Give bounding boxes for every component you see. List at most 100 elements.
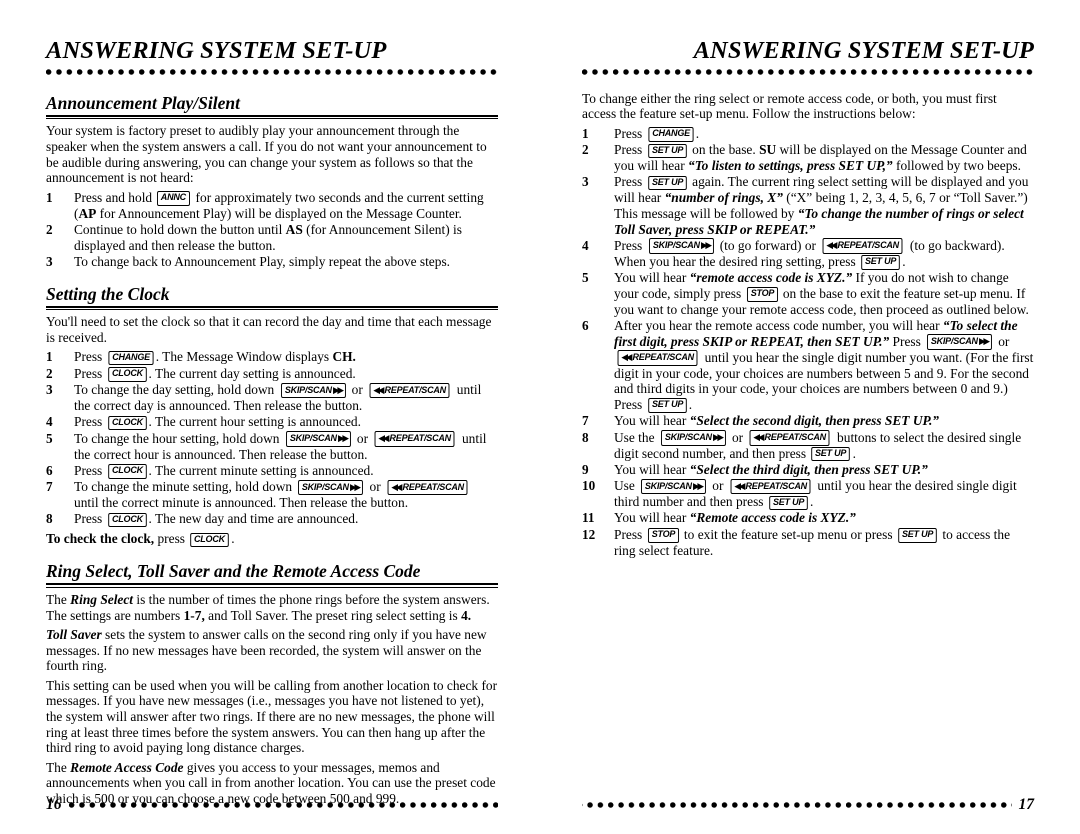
step-number: 9 — [582, 461, 589, 477]
step-number: 4 — [46, 414, 53, 430]
fast-forward-icon: ▶▶ — [700, 240, 712, 251]
clock-steps-list: 1 Press CHANGE. The Message Window displ… — [46, 349, 498, 528]
list-item: 2 Continue to hold down the button until… — [46, 222, 498, 253]
step-text: Press CLOCK. The current day setting is … — [74, 365, 356, 382]
key-repeat-scan[interactable]: ◀◀ REPEAT/SCAN — [730, 478, 811, 495]
key-repeat-scan[interactable]: ◀◀ REPEAT/SCAN — [750, 430, 831, 446]
step-text: To change the day setting, hold down SKI… — [74, 382, 482, 414]
step-text: You will hear “Select the third digit, t… — [614, 461, 928, 477]
list-item: 10 Use SKIP/SCAN▶▶ or ◀◀ REPEAT/SCAN unti… — [582, 478, 1034, 510]
page-number: 16 — [46, 796, 62, 813]
feature-setup-steps-list: 1 Press CHANGE. 2 Press SET UP on the ba… — [582, 126, 1034, 558]
step-number: 6 — [582, 318, 589, 334]
list-item: 3 To change back to Announcement Play, s… — [46, 254, 498, 270]
key-clock[interactable]: CLOCK — [107, 512, 147, 528]
header-dot-rule-left — [46, 66, 498, 79]
step-number: 3 — [582, 174, 589, 190]
key-set-up[interactable]: SET UP — [769, 495, 808, 510]
step-text: You will hear “Remote access code is XYZ… — [614, 510, 856, 526]
heading-rule — [46, 305, 498, 311]
list-item: 3 To change the day setting, hold down S… — [46, 382, 498, 414]
step-number: 3 — [46, 382, 53, 398]
key-change[interactable]: CHANGE — [108, 350, 154, 366]
key-repeat-scan[interactable]: ◀◀ REPEAT/SCAN — [617, 350, 698, 366]
key-annc[interactable]: ANNC — [157, 191, 191, 206]
step-text: Press and hold ANNC for approximately tw… — [74, 189, 484, 221]
step-number: 1 — [582, 125, 589, 141]
key-clock[interactable]: CLOCK — [107, 367, 147, 382]
heading-rule — [46, 114, 498, 120]
step-number: 3 — [46, 253, 53, 269]
key-clock[interactable]: CLOCK — [107, 464, 147, 479]
key-skip-scan[interactable]: SKIP/SCAN▶▶ — [280, 382, 346, 399]
key-set-up[interactable]: SET UP — [647, 398, 687, 413]
key-repeat-scan[interactable]: ◀◀ REPEAT/SCAN — [822, 238, 904, 254]
running-head-left: ANSWERING SYSTEM SET-UP — [46, 37, 387, 64]
step-text: Press SET UP on the base. SU will be dis… — [614, 142, 1027, 174]
key-skip-scan[interactable]: SKIP/SCAN▶▶ — [660, 430, 726, 446]
page-spread: ANSWERING SYSTEM SET-UP Announcement Pla… — [0, 0, 1080, 834]
running-head-right: ANSWERING SYSTEM SET-UP — [693, 37, 1034, 64]
step-text: Continue to hold down the button until A… — [74, 221, 462, 253]
fast-forward-icon: ▶▶ — [350, 481, 361, 492]
step-text: To change back to Announcement Play, sim… — [74, 253, 451, 269]
list-item: 2 Press SET UP on the base. SU will be d… — [582, 142, 1034, 174]
rewind-icon: ◀◀ — [753, 432, 765, 443]
key-repeat-scan[interactable]: ◀◀ REPEAT/SCAN — [369, 382, 450, 399]
check-clock-note: To check the clock, press CLOCK. — [46, 531, 235, 548]
step-text: Press CHANGE. The Message Window display… — [74, 349, 356, 366]
right-page: ANSWERING SYSTEM SET-UP To change either… — [540, 0, 1080, 834]
ring-select-paragraph: The Ring Select is the number of times t… — [46, 591, 490, 623]
key-skip-scan[interactable]: SKIP/SCAN▶▶ — [641, 478, 706, 495]
list-item: 11 You will hear “Remote access code is … — [582, 510, 1034, 526]
step-text: To change the hour setting, hold down SK… — [74, 430, 487, 462]
step-text: Use the SKIP/SCAN▶▶ or ◀◀ REPEAT/SCAN but… — [614, 429, 1022, 462]
list-item: 2 Press CLOCK. The current day setting i… — [46, 366, 498, 382]
list-item: 5 To change the hour setting, hold down … — [46, 431, 498, 463]
footer-left: 16 — [46, 796, 498, 813]
key-stop[interactable]: STOP — [647, 528, 679, 543]
list-item: 8 Use the SKIP/SCAN▶▶ or ◀◀ REPEAT/SCAN b… — [582, 430, 1034, 462]
list-item: 1 Press CHANGE. The Message Window displ… — [46, 349, 498, 366]
key-change[interactable]: CHANGE — [648, 127, 694, 142]
heading-rule — [46, 583, 498, 588]
footer-right: 17 — [582, 796, 1035, 813]
key-set-up[interactable]: SET UP — [898, 528, 937, 543]
step-number: 1 — [46, 349, 53, 365]
rewind-icon: ◀◀ — [734, 480, 745, 491]
list-item: 3 Press SET UP again. The current ring s… — [582, 174, 1034, 237]
key-set-up[interactable]: SET UP — [647, 143, 687, 159]
header-dot-rule-right — [582, 66, 1034, 79]
announcement-intro-paragraph: Your system is factory preset to audibly… — [46, 123, 487, 186]
key-set-up[interactable]: SET UP — [861, 255, 900, 270]
left-page: ANSWERING SYSTEM SET-UP Announcement Pla… — [0, 0, 540, 834]
list-item: 5 You will hear “remote access code is X… — [582, 270, 1034, 317]
step-number: 2 — [46, 365, 53, 381]
step-text: Press SKIP/SCAN▶▶ (to go forward) or ◀◀ R… — [614, 237, 1005, 270]
key-skip-scan[interactable]: SKIP/SCAN▶▶ — [648, 238, 714, 254]
step-number: 4 — [582, 237, 589, 253]
key-set-up[interactable]: SET UP — [811, 447, 851, 462]
heading-setting-the-clock: Setting the Clock — [46, 283, 170, 304]
key-clock[interactable]: CLOCK — [107, 415, 147, 431]
rewind-icon: ◀◀ — [378, 433, 390, 444]
key-stop[interactable]: STOP — [746, 287, 778, 302]
fast-forward-icon: ▶▶ — [332, 384, 344, 395]
key-repeat-scan[interactable]: ◀◀ REPEAT/SCAN — [387, 479, 468, 496]
list-item: 1 Press CHANGE. — [582, 126, 1034, 142]
key-clock[interactable]: CLOCK — [190, 532, 229, 548]
step-number: 2 — [582, 142, 589, 158]
key-set-up[interactable]: SET UP — [647, 175, 687, 191]
key-skip-scan[interactable]: SKIP/SCAN▶▶ — [285, 431, 351, 447]
key-repeat-scan[interactable]: ◀◀ REPEAT/SCAN — [374, 431, 456, 447]
list-item: 7 To change the minute setting, hold dow… — [46, 479, 498, 511]
fast-forward-icon: ▶▶ — [979, 336, 990, 347]
step-text: Press CLOCK. The new day and time are an… — [74, 511, 359, 528]
key-skip-scan[interactable]: SKIP/SCAN▶▶ — [298, 479, 364, 496]
page-number: 17 — [1018, 796, 1035, 813]
fast-forward-icon: ▶▶ — [337, 433, 349, 444]
key-skip-scan[interactable]: SKIP/SCAN▶▶ — [927, 334, 992, 350]
list-item: 7 You will hear “Select the second digit… — [582, 413, 1034, 429]
toll-saver-paragraph: Toll Saver sets the system to answer cal… — [46, 627, 487, 674]
rewind-icon: ◀◀ — [391, 481, 402, 492]
